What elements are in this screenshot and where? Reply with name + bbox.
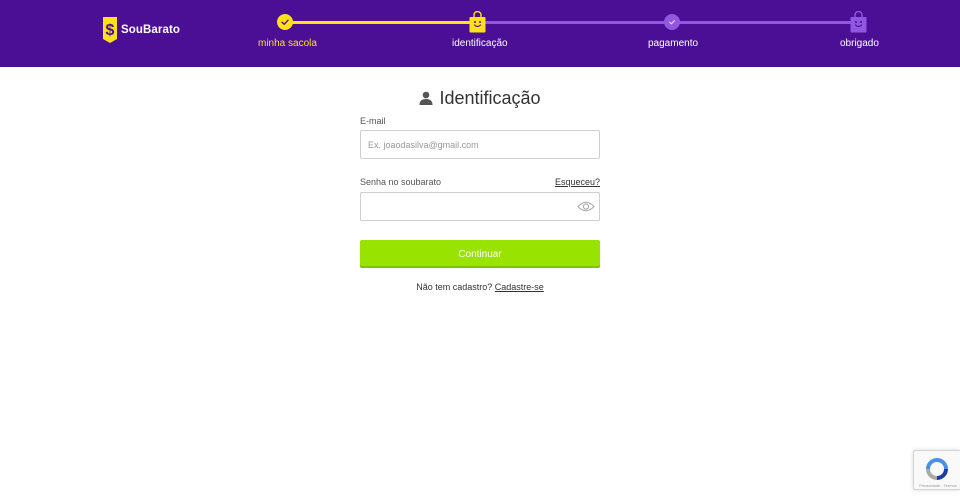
recaptcha-footer: Privacidade - Termos	[919, 483, 957, 488]
signup-row: Não tem cadastro? Cadastre-se	[360, 282, 600, 292]
step-minha-sacola-check-icon	[277, 14, 293, 30]
step-label-identificacao: identificação	[452, 38, 508, 49]
recaptcha-badge[interactable]: Privacidade - Termos	[913, 450, 960, 490]
header: $ SouBarato minha sacola identificação p…	[0, 0, 960, 67]
recaptcha-icon	[926, 458, 948, 480]
forgot-password-link[interactable]: Esqueceu?	[555, 177, 600, 187]
login-form: Identificação E-mail Senha no soubarato …	[360, 86, 600, 292]
continue-button[interactable]: Continuar	[360, 240, 600, 268]
step-pagamento-check-icon	[664, 14, 680, 30]
step-identificacao-bag-icon	[469, 11, 486, 33]
email-label: E-mail	[360, 116, 386, 126]
progress-track-complete	[291, 21, 473, 24]
password-label: Senha no soubarato	[360, 177, 442, 187]
dollar-tag-icon: $	[103, 17, 117, 43]
password-field[interactable]	[361, 193, 571, 220]
user-icon	[419, 91, 433, 105]
brand-name: SouBarato	[121, 24, 181, 36]
password-field-wrapper	[360, 192, 600, 221]
email-field[interactable]	[360, 130, 600, 159]
signup-prompt: Não tem cadastro?	[416, 282, 493, 292]
eye-icon[interactable]	[577, 199, 595, 214]
form-heading: Identificação	[360, 86, 600, 110]
svg-text:$: $	[106, 22, 115, 39]
step-label-obrigado: obrigado	[840, 38, 879, 49]
page-title: Identificação	[439, 87, 541, 108]
step-label-pagamento: pagamento	[648, 38, 699, 49]
signup-link[interactable]: Cadastre-se	[495, 282, 544, 292]
step-label-minha-sacola: minha sacola	[258, 38, 317, 49]
step-obrigado-bag-icon	[850, 11, 867, 33]
brand-logo[interactable]: $ SouBarato	[102, 17, 180, 43]
